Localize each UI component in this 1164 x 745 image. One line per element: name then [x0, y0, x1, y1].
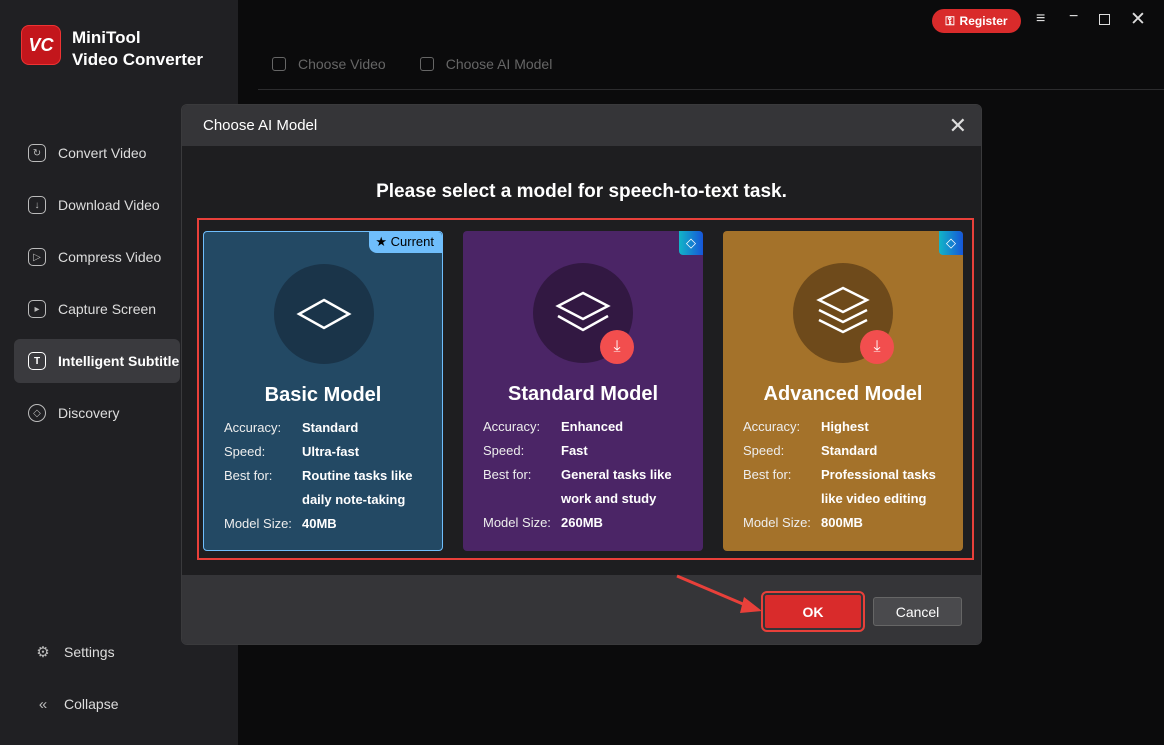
diamond-icon: ◇: [939, 231, 963, 255]
nav-label: Discovery: [58, 405, 120, 421]
layer-single-icon: [274, 264, 374, 364]
key-icon: ⚿: [945, 13, 955, 28]
spec-label: Accuracy:: [743, 419, 801, 434]
tab-label: Choose AI Model: [445, 56, 553, 72]
gear-icon: ⚙: [36, 644, 50, 661]
cube-icon: [419, 57, 434, 71]
spec-value: Enhanced: [561, 419, 624, 434]
tab-choose-ai-model[interactable]: Choose AI Model: [419, 56, 553, 89]
menu-icon[interactable]: ≡: [1036, 10, 1045, 28]
tab-label: Choose Video: [298, 56, 386, 72]
spec-value: daily note-taking: [302, 492, 406, 507]
step-tabs: Choose Video Choose AI Model: [258, 56, 1164, 90]
tab-choose-video[interactable]: Choose Video: [272, 56, 386, 89]
nav-label: Intelligent Subtitle: [58, 353, 180, 369]
spec-value: Standard: [302, 420, 359, 435]
spec-label: Model Size:: [483, 515, 551, 530]
model-card-advanced[interactable]: ◇ ⤓ Advanced Model Accuracy: Highest Spee…: [723, 231, 963, 551]
spec-value: 40MB: [302, 516, 337, 531]
spec-value: Ultra-fast: [302, 444, 360, 459]
download-model-icon[interactable]: ⤓: [860, 330, 894, 364]
model-specs: Accuracy: Enhanced Speed: Fast Best for: Ge…: [483, 415, 691, 535]
model-name: Standard Model: [507, 383, 658, 405]
dialog-header: Choose AI Model ✕: [182, 105, 981, 146]
app-name-line1: MiniTool: [72, 28, 141, 47]
dialog-heading: Please select a model for speech-to-text…: [376, 181, 787, 202]
spec-label: Accuracy:: [224, 420, 282, 435]
dialog-footer: [182, 575, 981, 644]
spec-label: Accuracy:: [483, 419, 541, 434]
convert-icon: ↻: [28, 144, 46, 162]
spec-value: 800MB: [821, 515, 863, 530]
spec-value: Professional tasks: [821, 467, 936, 482]
star-icon: ★: [375, 234, 391, 249]
spec-value: Highest: [821, 419, 869, 434]
spec-value: General tasks like: [561, 467, 672, 482]
collapse-label: Collapse: [64, 696, 119, 712]
register-label: Register: [959, 14, 1008, 28]
cancel-button[interactable]: Cancel: [873, 597, 962, 626]
sidebar-item-download-video[interactable]: ↓ Download Video: [14, 183, 180, 227]
spec-value: Fast: [561, 443, 588, 458]
spec-label: Speed:: [483, 443, 525, 458]
sidebar-item-discovery[interactable]: ◇ Discovery: [14, 391, 180, 435]
close-window-icon[interactable]: ✕: [1130, 8, 1146, 31]
spec-label: Best for:: [224, 468, 273, 483]
camera-icon: ▸: [28, 300, 46, 318]
spec-value: like video editing: [821, 491, 927, 506]
minimize-icon[interactable]: −: [1069, 8, 1078, 26]
subtitle-icon: T: [28, 352, 46, 370]
compass-icon: ◇: [28, 404, 46, 422]
app-name-line2: Video Converter: [72, 50, 204, 69]
nav-label: Compress Video: [58, 249, 162, 265]
current-badge: ★ Current: [369, 232, 442, 253]
plus-icon: [272, 57, 286, 71]
model-name: Basic Model: [264, 384, 382, 406]
badge-label: Current: [390, 234, 434, 249]
spec-label: Speed:: [743, 443, 785, 458]
spec-label: Model Size:: [224, 516, 292, 531]
app-logo: VC: [21, 25, 61, 65]
spec-value: Routine tasks like: [302, 468, 413, 483]
spec-value: Standard: [821, 443, 878, 458]
sidebar-item-compress-video[interactable]: ▷ Compress Video: [14, 235, 180, 279]
download-model-icon[interactable]: ⤓: [600, 330, 634, 364]
compress-icon: ▷: [28, 248, 46, 266]
model-name: Advanced Model: [763, 383, 923, 405]
spec-label: Model Size:: [743, 515, 811, 530]
nav-label: Capture Screen: [58, 301, 157, 317]
chevron-left-icon: «: [38, 695, 48, 713]
spec-label: Speed:: [224, 444, 266, 459]
settings-button[interactable]: ⚙ Settings: [20, 630, 186, 674]
spec-label: Best for:: [743, 467, 792, 482]
model-specs: Accuracy: Highest Speed: Standard Best for…: [743, 415, 951, 535]
pointer-arrow-icon: [676, 574, 762, 613]
download-icon: ↓: [28, 196, 46, 214]
app-name: MiniTool Video Converter: [72, 27, 203, 71]
register-button[interactable]: ⚿ Register: [932, 9, 1021, 33]
maximize-icon[interactable]: [1099, 14, 1110, 25]
sidebar-item-capture-screen[interactable]: ▸ Capture Screen: [14, 287, 180, 331]
ok-button[interactable]: OK: [761, 591, 865, 632]
sidebar-item-intelligent-subtitle[interactable]: T Intelligent Subtitle: [14, 339, 180, 383]
dialog-title: Choose AI Model: [203, 117, 318, 134]
choose-ai-model-dialog: Choose AI Model ✕ Please select a model f…: [181, 104, 982, 645]
model-card-standard[interactable]: ◇ ⤓ Standard Model Accuracy: Enhanced Spe…: [463, 231, 703, 551]
model-specs: Accuracy: Standard Speed: Ultra-fast Best …: [224, 416, 432, 536]
collapse-button[interactable]: « Collapse: [20, 682, 186, 726]
model-card-basic[interactable]: ★ Current Basic Model Accuracy: Standard …: [203, 231, 443, 551]
spec-label: Best for:: [483, 467, 532, 482]
nav-label: Convert Video: [58, 145, 147, 161]
spec-value: work and study: [561, 491, 657, 506]
sidebar-item-convert-video[interactable]: ↻ Convert Video: [14, 131, 180, 175]
spec-value: 260MB: [561, 515, 603, 530]
nav-label: Download Video: [58, 197, 160, 213]
diamond-icon: ◇: [679, 231, 703, 255]
close-icon[interactable]: ✕: [949, 113, 967, 139]
settings-label: Settings: [64, 644, 115, 660]
